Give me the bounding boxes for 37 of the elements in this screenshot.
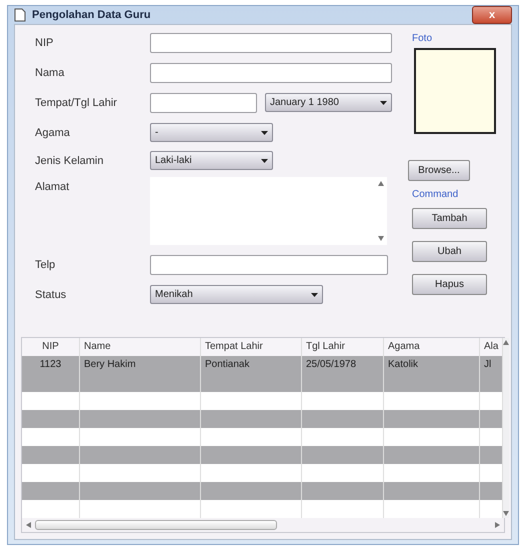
scroll-up-icon[interactable] xyxy=(378,181,384,186)
window-title: Pengolahan Data Guru xyxy=(32,9,152,21)
dropdown[interactable]: Laki-laki xyxy=(150,151,273,170)
scroll-down-icon[interactable] xyxy=(503,511,510,516)
text-field[interactable] xyxy=(150,33,392,53)
text-field[interactable] xyxy=(150,63,392,83)
command-button[interactable]: Hapus xyxy=(412,274,487,295)
photo-label: Foto xyxy=(412,33,432,44)
command-label: Command xyxy=(412,189,458,200)
dropdown[interactable]: Menikah xyxy=(150,285,323,304)
scroll-right-icon[interactable] xyxy=(495,522,500,528)
vertical-scrollbar[interactable] xyxy=(503,338,510,518)
scroll-left-icon[interactable] xyxy=(26,522,31,528)
field-label: Nama xyxy=(35,66,66,81)
field-label: NIP xyxy=(35,36,54,51)
scrollbar-thumb[interactable] xyxy=(35,520,277,530)
field-label: Alamat xyxy=(35,180,70,195)
caret-icon xyxy=(261,130,268,134)
text-field[interactable] xyxy=(150,93,257,113)
date-picker[interactable]: January 1 1980 xyxy=(265,93,392,112)
field-label: Tempat/Tgl Lahir xyxy=(35,96,118,111)
caret-icon xyxy=(261,158,268,162)
command-button[interactable]: Ubah xyxy=(412,241,487,262)
dropdown[interactable]: - xyxy=(150,123,273,142)
field-label: Agama xyxy=(35,126,71,141)
text-field[interactable] xyxy=(150,255,388,275)
table-row[interactable]: 1123 Bery Hakim Pontianak 25/05/1978 Katolik Jl xyxy=(22,356,504,374)
command-button[interactable]: Tambah xyxy=(412,208,487,229)
field-label: Status xyxy=(35,288,68,303)
caret-icon xyxy=(311,292,318,296)
field-label: Telp xyxy=(35,258,56,273)
document-icon xyxy=(14,8,26,22)
scroll-down-icon[interactable] xyxy=(378,236,384,241)
browse-button[interactable]: Browse... xyxy=(408,160,470,181)
field-label: Jenis Kelamin xyxy=(35,154,104,169)
caret-icon xyxy=(380,100,387,104)
scroll-up-icon[interactable] xyxy=(503,340,510,345)
